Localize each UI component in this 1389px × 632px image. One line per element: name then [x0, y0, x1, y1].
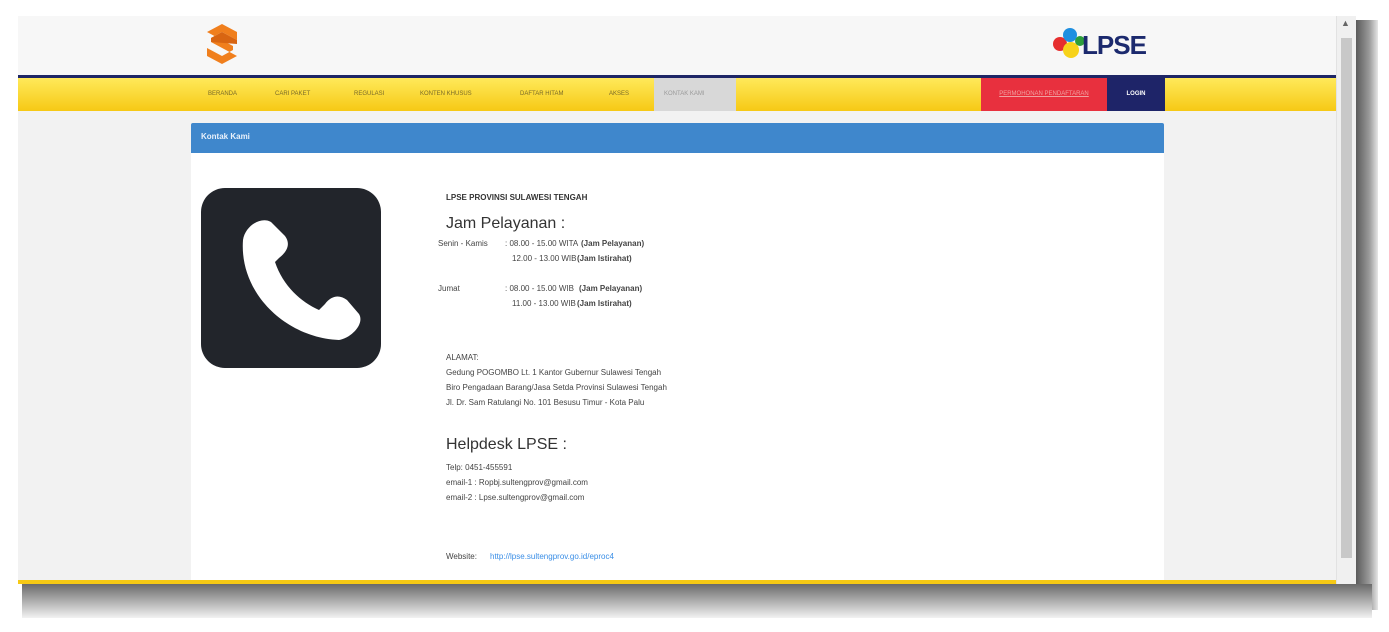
- friday-break-tag: (Jam Istirahat): [577, 299, 632, 308]
- mon-thu-label: Senin - Kamis: [438, 239, 488, 248]
- mon-thu-break-tag: (Jam Istirahat): [577, 254, 632, 263]
- helpdesk-phone: Telp: 0451-455591: [446, 463, 513, 472]
- phone-icon: [201, 188, 381, 368]
- service-hours-heading: Jam Pelayanan :: [446, 215, 566, 232]
- scrollbar-thumb[interactable]: [1341, 38, 1352, 558]
- org-name: LPSE PROVINSI SULAWESI TENGAH: [446, 193, 588, 202]
- address-line: Jl. Dr. Sam Ratulangi No. 101 Besusu Tim…: [446, 398, 645, 407]
- mon-thu-service-time: : 08.00 - 15.00 WITA: [505, 239, 579, 248]
- footer-yellow-line: [18, 580, 1336, 584]
- browser-window: LPSE BERANDA CARI PAKET REGULASI KONTEN …: [18, 16, 1356, 584]
- main-navbar: BERANDA CARI PAKET REGULASI KONTEN KHUSU…: [18, 75, 1336, 111]
- nav-daftar-hitam[interactable]: DAFTAR HITAM: [520, 78, 563, 111]
- nav-kontak-kami[interactable]: KONTAK KAMI: [654, 78, 736, 111]
- helpdesk-email-1: email-1 : Ropbj.sultengprov@gmail.com: [446, 478, 588, 487]
- friday-service-time: : 08.00 - 15.00 WIB: [505, 284, 574, 293]
- nav-cari-paket[interactable]: CARI PAKET: [275, 78, 310, 111]
- mon-thu-service-tag: (Jam Pelayanan): [581, 239, 645, 248]
- friday-break-time: 11.00 - 13.00 WIB: [512, 299, 576, 308]
- contact-panel: LPSE PROVINSI SULAWESI TENGAH Jam Pelaya…: [191, 153, 1164, 584]
- nav-registration-link[interactable]: PERMOHONAN PENDAFTARAN: [981, 78, 1107, 111]
- address-label: ALAMAT:: [446, 353, 479, 362]
- window-shadow-bottom: [22, 584, 1372, 618]
- panel-header: Kontak Kami: [191, 123, 1164, 153]
- panel-title: Kontak Kami: [201, 132, 250, 141]
- nav-konten-khusus[interactable]: KONTEN KHUSUS: [420, 78, 472, 111]
- nav-beranda[interactable]: BERANDA: [208, 78, 237, 111]
- address-line: Gedung POGOMBO Lt. 1 Kantor Gubernur Sul…: [446, 368, 662, 377]
- helpdesk-email-2: email-2 : Lpse.sultengprov@gmail.com: [446, 493, 585, 502]
- address-line: Biro Pengadaan Barang/Jasa Setda Provins…: [446, 383, 667, 392]
- window-shadow-right: [1356, 20, 1378, 610]
- lpse-logo-text: LPSE: [1082, 30, 1147, 60]
- scroll-up-arrow-icon[interactable]: ▲: [1341, 18, 1350, 28]
- mon-thu-break-time: 12.00 - 13.00 WIB: [512, 254, 577, 263]
- nav-akses[interactable]: AKSES: [609, 78, 629, 111]
- nav-regulasi[interactable]: REGULASI: [354, 78, 384, 111]
- login-button[interactable]: LOGIN: [1107, 78, 1165, 111]
- website-label: Website:: [446, 552, 477, 561]
- helpdesk-heading: Helpdesk LPSE :: [446, 436, 567, 453]
- s-logo-icon[interactable]: [201, 23, 243, 65]
- friday-service-tag: (Jam Pelayanan): [579, 284, 643, 293]
- vertical-scrollbar[interactable]: ▲: [1336, 16, 1356, 584]
- friday-label: Jumat: [438, 284, 460, 293]
- site-header: LPSE: [18, 16, 1336, 75]
- website-link[interactable]: http://lpse.sultengprov.go.id/eproc4: [490, 552, 614, 561]
